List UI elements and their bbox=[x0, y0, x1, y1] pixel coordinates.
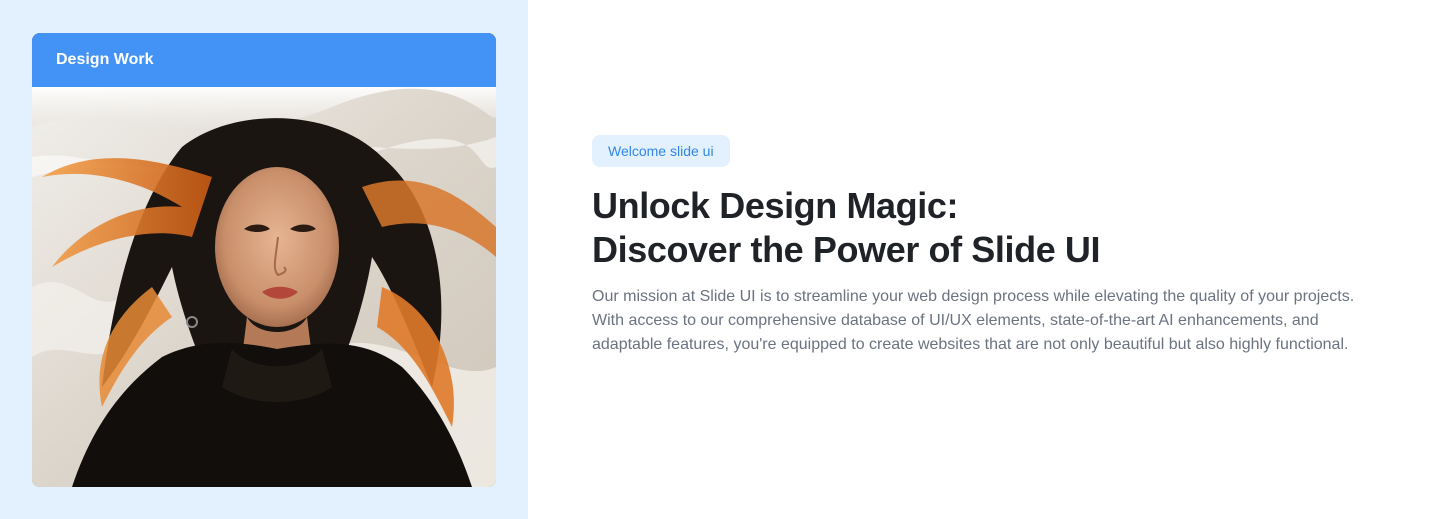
headline-line-2: Discover the Power of Slide UI bbox=[592, 229, 1101, 270]
portrait-image bbox=[32, 87, 496, 487]
hero-headline: Unlock Design Magic: Discover the Power … bbox=[592, 184, 1382, 272]
portrait-illustration bbox=[32, 87, 496, 487]
card-header: Design Work bbox=[32, 33, 496, 87]
headline-line-1: Unlock Design Magic: bbox=[592, 185, 959, 226]
hero-description: Our mission at Slide UI is to streamline… bbox=[592, 288, 1355, 353]
design-work-card[interactable]: Design Work bbox=[32, 33, 496, 487]
hero-content: Welcome slide ui Unlock Design Magic: Di… bbox=[592, 135, 1382, 357]
page: Design Work Welcome slide ui Unlock Desi… bbox=[0, 0, 1440, 519]
left-panel: Design Work bbox=[0, 0, 528, 519]
welcome-badge: Welcome slide ui bbox=[592, 135, 730, 167]
card-title: Design Work bbox=[56, 51, 154, 68]
